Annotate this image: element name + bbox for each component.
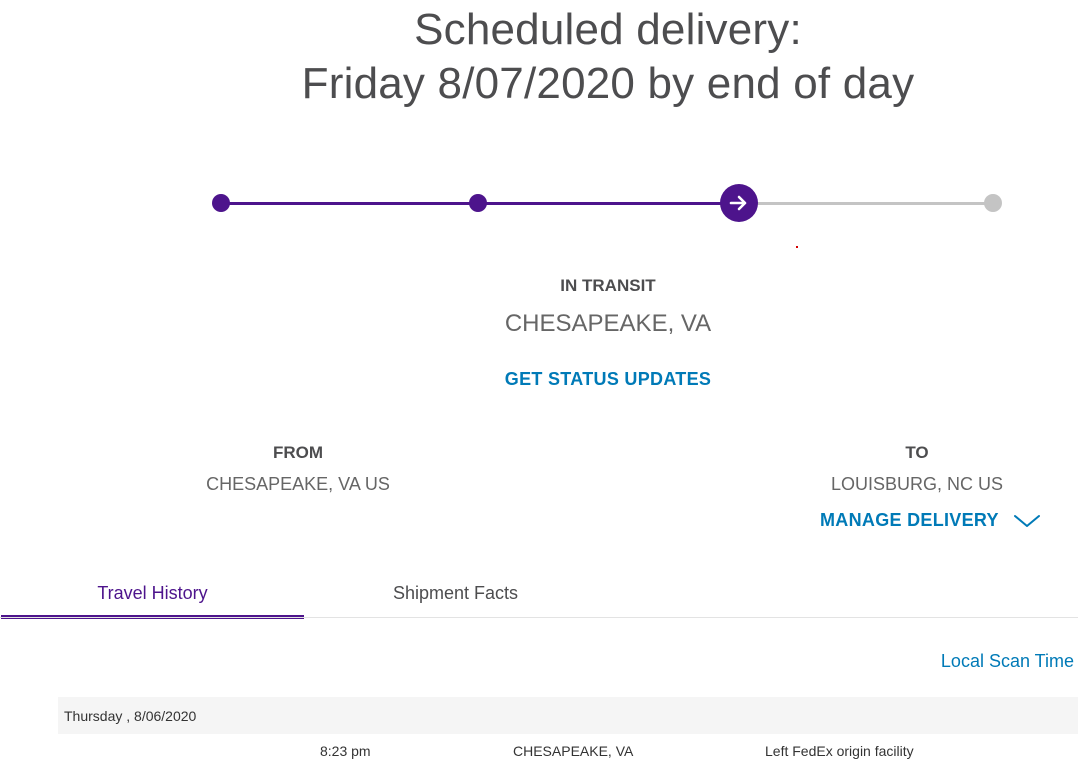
local-scan-time-toggle[interactable]: Local Scan Time <box>941 651 1074 672</box>
history-date-row: Thursday , 8/06/2020 <box>58 697 1078 734</box>
to-heading: TO <box>905 443 929 462</box>
event-time: 8:23 pm <box>320 743 371 759</box>
delivery-date-heading: Friday 8/07/2020 by end of day <box>301 59 915 108</box>
progress-step-current <box>720 184 758 222</box>
history-date: Thursday , 8/06/2020 <box>64 707 197 724</box>
manage-delivery-label: MANAGE DELIVERY <box>820 510 999 530</box>
status-label: IN TRANSIT <box>560 276 656 295</box>
to-address: LOUISBURG, NC US <box>830 474 1004 494</box>
arrow-right-icon <box>729 195 749 211</box>
manage-delivery-button[interactable]: MANAGE DELIVERY <box>820 510 1041 531</box>
tab-shipment-facts[interactable]: Shipment Facts <box>304 583 607 615</box>
stray-dot <box>796 246 798 248</box>
get-status-updates-link[interactable]: GET STATUS UPDATES <box>458 369 758 390</box>
chevron-down-icon <box>1013 513 1041 529</box>
from-address: CHESAPEAKE, VA US <box>206 474 390 494</box>
event-location: CHESAPEAKE, VA <box>513 743 634 759</box>
progress-step-2 <box>469 194 487 212</box>
progress-line-remaining <box>739 202 993 205</box>
tab-travel-history[interactable]: Travel History <box>1 583 304 619</box>
status-location: CHESAPEAKE, VA <box>504 310 712 337</box>
scheduled-delivery-heading: Scheduled delivery: <box>414 5 802 54</box>
event-description: Left FedEx origin facility <box>765 743 914 759</box>
from-heading: FROM <box>272 443 324 462</box>
progress-step-1 <box>212 194 230 212</box>
tabs-divider <box>0 617 1078 618</box>
progress-step-4 <box>984 194 1002 212</box>
